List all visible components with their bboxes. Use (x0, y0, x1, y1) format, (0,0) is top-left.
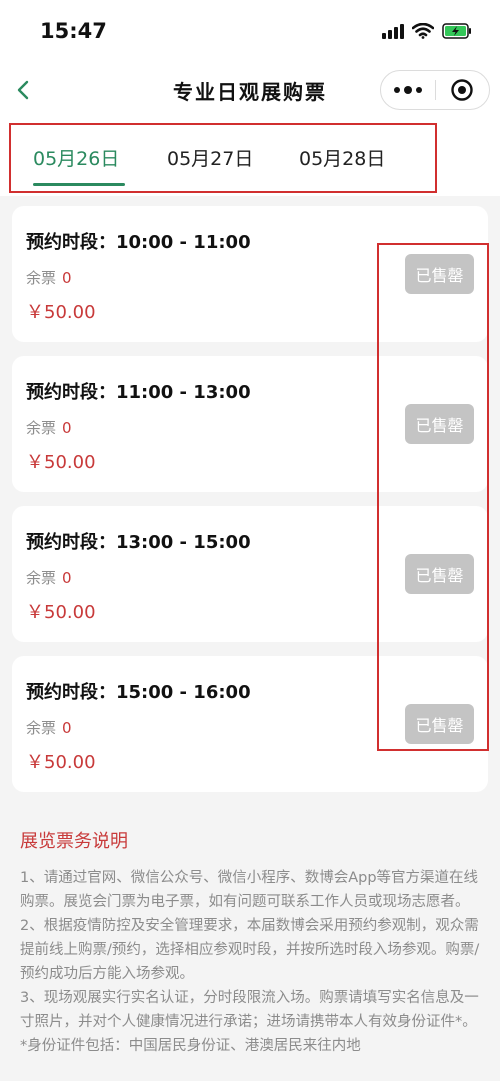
ticket-page: 15:47 专业日观展购票 05月26日 05月27日 05月28日 预约时段：… (0, 0, 500, 1081)
battery-charging-icon (442, 23, 472, 39)
remaining-label: 余票 (26, 719, 57, 737)
close-target-icon[interactable] (436, 71, 489, 109)
signal-icon (382, 23, 404, 39)
tab-date-0528[interactable]: 05月28日 (299, 144, 385, 171)
note-item: 3、现场观展实行实名认证，分时段限流入场。购票请填写实名信息及一寸照片，并对个人… (20, 990, 479, 1054)
remaining-count: 0 (62, 569, 72, 587)
remaining-label: 余票 (26, 569, 57, 587)
sold-out-button[interactable]: 已售罄 (405, 554, 474, 594)
active-tab-indicator (33, 183, 125, 186)
wifi-icon (412, 23, 434, 39)
remaining-count: 0 (62, 419, 72, 437)
remaining-label: 余票 (26, 269, 57, 287)
slot-card: 预约时段：10:00 - 11:00 余票 0 ￥50.00 已售罄 (12, 206, 488, 342)
slot-price: ￥50.00 (26, 302, 96, 323)
slot-remaining: 余票 0 (26, 717, 72, 738)
status-bar: 15:47 (0, 0, 500, 60)
date-tabs: 05月26日 05月27日 05月28日 (0, 120, 500, 196)
slot-remaining: 余票 0 (26, 267, 72, 288)
note-item: 1、请通过官网、微信公众号、微信小程序、数博会App等官方渠道在线购票。展览会门… (20, 870, 479, 910)
tab-date-0526[interactable]: 05月26日 (33, 144, 119, 171)
notes-title: 展览票务说明 (20, 831, 128, 852)
slot-remaining: 余票 0 (26, 417, 72, 438)
mini-program-capsule (380, 70, 490, 110)
remaining-label: 余票 (26, 419, 57, 437)
sold-out-button[interactable]: 已售罄 (405, 704, 474, 744)
slot-time-label: 预约时段：15:00 - 16:00 (26, 682, 251, 703)
slot-card: 预约时段：15:00 - 16:00 余票 0 ￥50.00 已售罄 (12, 656, 488, 792)
slot-card: 预约时段：11:00 - 13:00 余票 0 ￥50.00 已售罄 (12, 356, 488, 492)
note-item: 2、根据疫情防控及安全管理要求，本届数博会采用预约参观制，观众需提前线上购票/预… (20, 918, 480, 982)
more-icon[interactable] (381, 71, 435, 109)
nav-bar: 专业日观展购票 (0, 60, 500, 120)
remaining-count: 0 (62, 719, 72, 737)
sold-out-button[interactable]: 已售罄 (405, 404, 474, 444)
slot-card: 预约时段：13:00 - 15:00 余票 0 ￥50.00 已售罄 (12, 506, 488, 642)
slot-remaining: 余票 0 (26, 567, 72, 588)
slot-price: ￥50.00 (26, 452, 96, 473)
notes-body: 1、请通过官网、微信公众号、微信小程序、数博会App等官方渠道在线购票。展览会门… (20, 866, 482, 1058)
slot-time-label: 预约时段：11:00 - 13:00 (26, 382, 251, 403)
slot-price: ￥50.00 (26, 602, 96, 623)
slot-time-label: 预约时段：10:00 - 11:00 (26, 232, 251, 253)
status-icons (382, 21, 472, 41)
status-time: 15:47 (40, 19, 107, 43)
sold-out-button[interactable]: 已售罄 (405, 254, 474, 294)
tab-date-0527[interactable]: 05月27日 (167, 144, 253, 171)
slot-price: ￥50.00 (26, 752, 96, 773)
remaining-count: 0 (62, 269, 72, 287)
slot-time-label: 预约时段：13:00 - 15:00 (26, 532, 251, 553)
